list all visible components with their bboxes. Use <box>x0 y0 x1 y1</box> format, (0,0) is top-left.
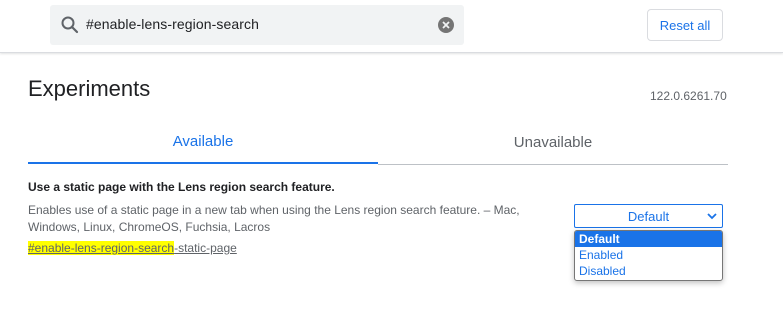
search-icon <box>61 16 79 34</box>
select-dropdown-list: Default Enabled Disabled <box>574 230 723 281</box>
experiment-state-select[interactable]: Default <box>574 204 723 228</box>
option-enabled[interactable]: Enabled <box>575 247 722 263</box>
search-highlight: #enable-lens-region-search <box>28 241 175 255</box>
option-disabled[interactable]: Disabled <box>575 263 722 279</box>
tab-available[interactable]: Available <box>28 120 378 164</box>
experiment-description: Enables use of a static page in a new ta… <box>28 203 520 234</box>
header-bar: #enable-lens-region-search Reset all <box>0 0 783 53</box>
version-label: 122.0.6261.70 <box>650 89 727 103</box>
search-box[interactable]: #enable-lens-region-search <box>50 5 464 45</box>
search-input[interactable]: #enable-lens-region-search <box>86 16 259 32</box>
clear-icon[interactable] <box>438 17 454 33</box>
option-default[interactable]: Default <box>575 231 722 247</box>
tab-unavailable[interactable]: Unavailable <box>378 120 728 165</box>
chevron-down-icon <box>707 213 717 220</box>
permalink-suffix: -static-page <box>174 241 237 255</box>
experiment-permalink[interactable]: #enable-lens-region-search-static-page <box>28 241 237 255</box>
experiment-title: Use a static page with the Lens region s… <box>28 180 335 194</box>
select-value: Default <box>627 208 670 224</box>
reset-all-button[interactable]: Reset all <box>647 9 723 41</box>
page-title: Experiments <box>28 76 151 101</box>
